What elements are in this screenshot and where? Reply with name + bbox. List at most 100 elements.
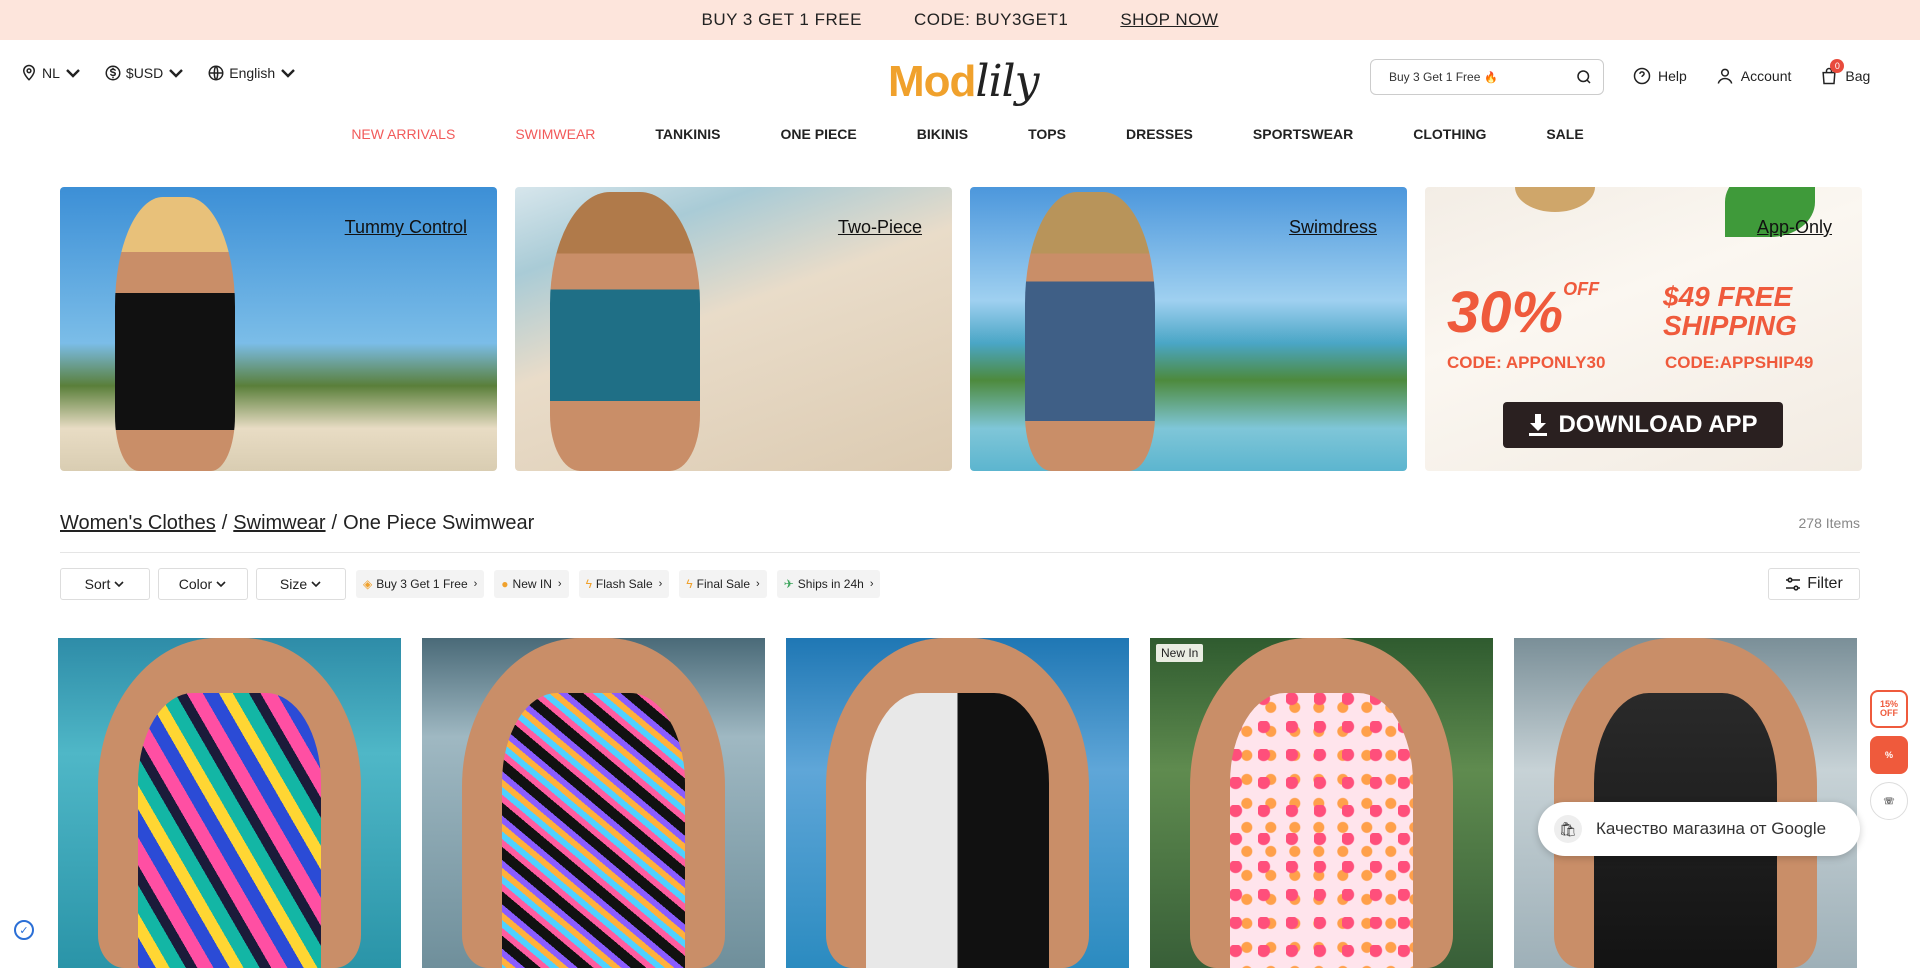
new-in-badge: New In xyxy=(1156,644,1204,662)
google-store-badge[interactable]: 🛍 Качество магазина от Google xyxy=(1538,802,1860,856)
new-icon: ● xyxy=(501,577,509,591)
swimsuit-image xyxy=(502,693,685,968)
chevron-down-icon xyxy=(216,581,226,588)
banner-app-only[interactable]: App-Only 30%OFF $49 FREE SHIPPING CODE: … xyxy=(1425,187,1862,471)
tag-final-sale[interactable]: ϟ Final Sale › xyxy=(679,570,767,598)
model-image xyxy=(115,197,235,471)
product-card[interactable]: New In xyxy=(1150,638,1493,968)
nav-swimwear[interactable]: SWIMWEAR xyxy=(515,126,595,142)
chevron-down-icon xyxy=(281,69,296,78)
product-card[interactable] xyxy=(58,638,401,968)
tag-buy3get1[interactable]: ◈ Buy 3 Get 1 Free › xyxy=(356,570,485,598)
chevron-right-icon: › xyxy=(658,578,663,590)
color-label: Color xyxy=(178,576,213,592)
search-icon[interactable] xyxy=(1575,68,1593,86)
breadcrumb: Women's Clothes / Swimwear / One Piece S… xyxy=(60,512,534,535)
region-selector[interactable]: NL xyxy=(20,64,82,82)
tag-new-in[interactable]: ● New IN › xyxy=(494,570,569,598)
site-logo[interactable]: Modlily xyxy=(888,56,1039,107)
currency-label: $USD xyxy=(125,65,164,81)
customer-service-icon[interactable]: ☏ xyxy=(1870,782,1908,820)
banner-label: Tummy Control xyxy=(344,217,467,237)
header: NL $USD English Modlily Buy 3 Get 1 Free… xyxy=(0,40,1920,114)
chevron-down-icon xyxy=(114,581,124,588)
help-label: Help xyxy=(1658,68,1687,84)
breadcrumb-womens-clothes[interactable]: Women's Clothes xyxy=(60,512,216,535)
nav-clothing[interactable]: CLOTHING xyxy=(1413,126,1486,142)
account-link[interactable]: Account xyxy=(1715,66,1792,86)
chevron-down-icon xyxy=(66,69,80,78)
page-title: One Piece Swimwear xyxy=(343,512,535,534)
items-count: 278 Items xyxy=(1798,515,1860,531)
help-circle-icon xyxy=(1633,67,1651,85)
language-selector[interactable]: English xyxy=(207,64,297,82)
tag-ships-24h[interactable]: ✈ Ships in 24h › xyxy=(776,570,881,598)
download-app-button[interactable]: DOWNLOAD APP xyxy=(1503,402,1783,448)
product-card[interactable] xyxy=(422,638,765,968)
app-code-2: CODE:APPSHIP49 xyxy=(1665,353,1814,372)
app-code-1: CODE: APPONLY30 xyxy=(1447,353,1606,372)
store-icon: 🛍 xyxy=(1554,815,1582,843)
tag-icon: ◈ xyxy=(363,577,373,591)
banner-swimdress[interactable]: Swimdress xyxy=(970,187,1407,471)
tag-label: Buy 3 Get 1 Free xyxy=(376,577,468,591)
model-image xyxy=(550,192,700,471)
bag-link[interactable]: 0 Bag xyxy=(1819,59,1870,86)
banner-two-piece[interactable]: Two-Piece xyxy=(515,187,952,471)
nav-tops[interactable]: TOPS xyxy=(1028,126,1066,142)
account-label: Account xyxy=(1740,68,1792,84)
nav-tankinis[interactable]: TANKINIS xyxy=(655,126,720,142)
nav-sportswear[interactable]: SPORTSWEAR xyxy=(1253,126,1353,142)
filter-button[interactable]: Filter xyxy=(1768,568,1860,600)
size-label: Size xyxy=(279,576,308,592)
tag-label: Flash Sale xyxy=(595,577,653,591)
download-app-label: DOWNLOAD APP xyxy=(1558,411,1758,438)
side-widgets: 15% OFF % ☏ xyxy=(1870,690,1908,820)
product-card[interactable] xyxy=(786,638,1129,968)
breadcrumb-separator: / xyxy=(331,512,338,534)
plane-icon: ✈ xyxy=(783,577,794,591)
size-dropdown[interactable]: Size xyxy=(256,568,346,600)
divider xyxy=(60,552,1860,553)
nav-dresses[interactable]: DRESSES xyxy=(1126,126,1193,142)
privacy-check-icon[interactable]: ✓ xyxy=(14,920,34,940)
swimsuit-image xyxy=(866,693,1049,968)
sliders-icon xyxy=(1786,577,1801,591)
breadcrumb-separator: / xyxy=(221,512,228,534)
nav-one-piece[interactable]: ONE PIECE xyxy=(781,126,857,142)
banner-label: App-Only xyxy=(1756,217,1832,237)
sort-label: Sort xyxy=(84,576,111,592)
nav-bikinis[interactable]: BIKINIS xyxy=(917,126,968,142)
app-discount: 30%OFF xyxy=(1447,279,1600,345)
logo-part-1: Mod xyxy=(888,57,976,106)
banner-tummy-control[interactable]: Tummy Control xyxy=(60,187,497,471)
bag-count-badge: 0 xyxy=(1830,59,1845,73)
search-input[interactable]: Buy 3 Get 1 Free 🔥 xyxy=(1370,59,1604,95)
currency-selector[interactable]: $USD xyxy=(104,64,185,82)
banner-label: Two-Piece xyxy=(837,217,922,237)
tag-flash-sale[interactable]: ϟ Flash Sale › xyxy=(578,570,670,598)
chevron-right-icon: › xyxy=(869,578,874,590)
globe-icon xyxy=(208,65,224,81)
promo-offer: BUY 3 GET 1 FREE xyxy=(701,10,862,29)
filter-bar: Sort Color Size ◈ Buy 3 Get 1 Free › ● N… xyxy=(60,568,881,600)
swimsuit-image xyxy=(1230,693,1413,968)
location-pin-icon xyxy=(22,64,36,81)
breadcrumb-swimwear[interactable]: Swimwear xyxy=(233,512,325,535)
category-banners: Tummy Control Two-Piece Swimdress App-On… xyxy=(60,187,1862,471)
header-actions: Help Account 0 Bag xyxy=(1632,59,1870,86)
nav-new-arrivals[interactable]: NEW ARRIVALS xyxy=(351,126,455,142)
user-icon xyxy=(1717,68,1733,84)
google-badge-label: Качество магазина от Google xyxy=(1596,819,1827,838)
help-link[interactable]: Help xyxy=(1632,66,1687,86)
coupon-widget[interactable]: 15% OFF xyxy=(1870,690,1908,728)
shop-now-link[interactable]: SHOP NOW xyxy=(1120,10,1218,30)
nav-sale[interactable]: SALE xyxy=(1546,126,1583,142)
sort-dropdown[interactable]: Sort xyxy=(60,568,150,600)
chevron-right-icon: › xyxy=(756,578,760,590)
promo-bar: BUY 3 GET 1 FREE CODE: BUY3GET1 SHOP NOW xyxy=(0,0,1920,40)
color-dropdown[interactable]: Color xyxy=(158,568,248,600)
app-free-shipping: $49 FREE SHIPPING xyxy=(1663,281,1797,342)
main-nav: NEW ARRIVALS SWIMWEAR TANKINIS ONE PIECE… xyxy=(15,114,1920,154)
discount-widget-icon[interactable]: % xyxy=(1870,736,1908,774)
